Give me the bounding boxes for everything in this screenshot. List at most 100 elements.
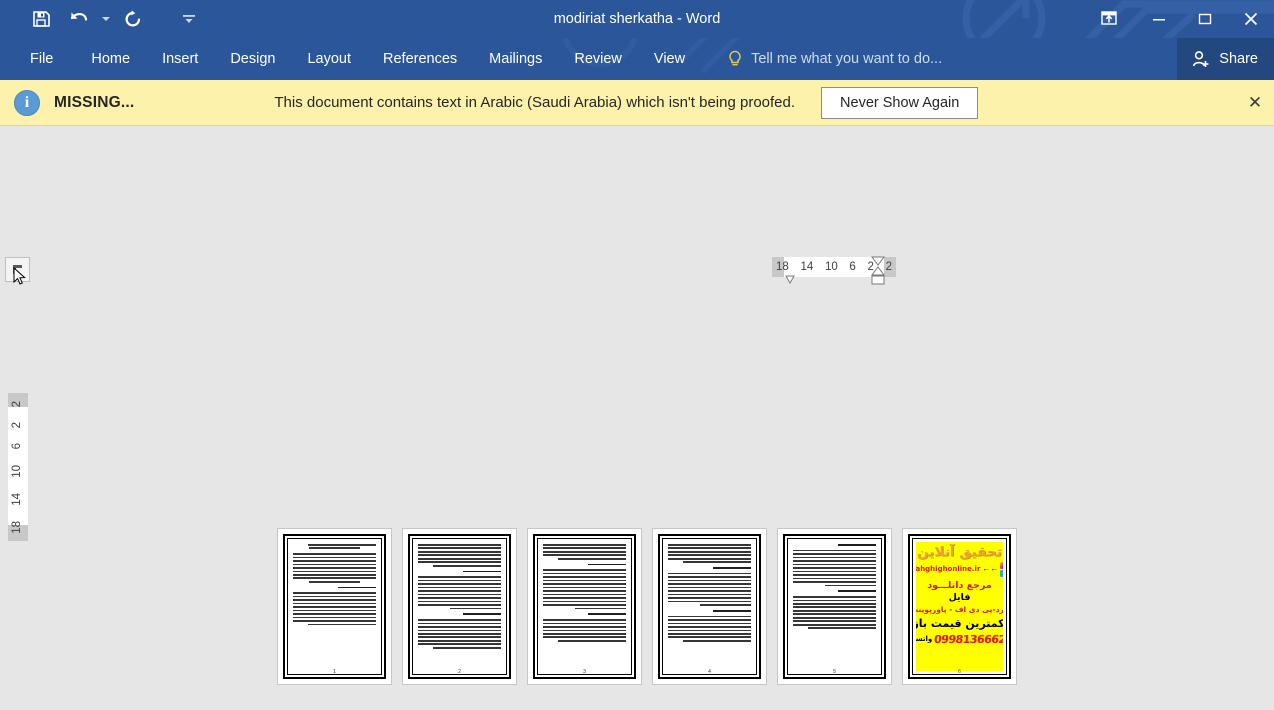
tab-file[interactable]: File: [0, 38, 75, 80]
never-show-again-button[interactable]: Never Show Again: [821, 86, 979, 119]
proofing-message-bar: i MISSING... This document contains text…: [0, 80, 1274, 126]
tab-design[interactable]: Design: [214, 38, 291, 80]
page-thumbnail[interactable]: 4: [652, 528, 767, 685]
tab-insert[interactable]: Insert: [146, 38, 214, 80]
tab-references[interactable]: References: [367, 38, 473, 80]
page-border-outer: تحقیق آنلاین Tahghighonline.ir ←← مرجع د…: [908, 534, 1011, 679]
share-button[interactable]: Share: [1177, 38, 1274, 80]
page-thumbnail[interactable]: 3: [527, 528, 642, 685]
undo-icon: [70, 12, 88, 21]
undo-button[interactable]: [60, 3, 98, 35]
ad-arrows-icon: ←←: [982, 564, 999, 574]
vruler-tick-5: 18: [11, 520, 24, 534]
vruler-tick-2: 6: [11, 443, 24, 450]
page-content: [412, 538, 507, 675]
tell-me-label: Tell me what you want to do...: [751, 51, 943, 67]
ribbon-tabs: File Home Insert Design Layout Reference…: [0, 38, 701, 80]
hruler-tick-1: 14: [800, 261, 814, 273]
ad-line-4: با کمترین قیمت بازار: [916, 616, 1003, 630]
vruler-tick-4: 14: [11, 492, 24, 506]
page-content: [787, 538, 882, 675]
ad-line-3: ورد-پی دی اف - پاورپوینت: [916, 604, 1003, 614]
page-thumbnail-advertisement[interactable]: تحقیق آنلاین Tahghighonline.ir ←← مرجع د…: [902, 528, 1017, 685]
vertical-ruler-ticks: 2 2 6 10 14 18: [8, 393, 28, 541]
page-thumbnail[interactable]: 1: [277, 528, 392, 685]
save-button[interactable]: [22, 3, 60, 35]
customize-quick-access-icon: [183, 15, 195, 23]
page-border-outer: [533, 534, 636, 679]
message-bar-close-button[interactable]: ✕: [1244, 92, 1266, 114]
page-content: [662, 538, 757, 675]
telegram-icon: [1000, 569, 1003, 577]
tab-review[interactable]: Review: [558, 38, 638, 80]
page-number: 6: [958, 669, 961, 675]
tab-layout[interactable]: Layout: [291, 38, 367, 80]
minimize-icon: [1153, 19, 1165, 21]
page-border-outer: [283, 534, 386, 679]
restore-icon: [1198, 13, 1212, 25]
window-controls: [1082, 0, 1274, 38]
ad-phone-number: 09981366624: [933, 632, 1003, 646]
vruler-tick-3: 10: [11, 464, 24, 478]
ad-phone-row: 09981366624 واتساپ: [916, 633, 1003, 646]
document-workspace[interactable]: 18 14 10 6 2 2 2 2 6 10 14 18 1 2 3 4 5 …: [0, 126, 1274, 710]
save-icon: [33, 11, 50, 27]
ad-website: Tahghighonline.ir: [916, 565, 981, 574]
page-thumbnail[interactable]: 2: [402, 528, 517, 685]
page-number: 2: [458, 669, 461, 675]
page-thumbnail[interactable]: 5: [777, 528, 892, 685]
page-content: [537, 538, 632, 675]
tab-mailings[interactable]: Mailings: [473, 38, 558, 80]
ad-website-row: Tahghighonline.ir ←←: [916, 561, 1003, 577]
ad-line-2: فایل: [948, 591, 971, 603]
ad-whatsapp-label: واتساپ: [916, 635, 933, 644]
page-border-outer: [783, 534, 886, 679]
hruler-tick-3: 6: [849, 261, 856, 273]
page-number: 3: [583, 669, 586, 675]
mouse-cursor: [13, 267, 26, 285]
info-icon: i: [14, 89, 40, 116]
page-border-outer: [658, 534, 761, 679]
minimize-button[interactable]: [1136, 0, 1182, 38]
tab-view[interactable]: View: [638, 38, 701, 80]
vertical-ruler[interactable]: 2 2 6 10 14 18: [8, 393, 28, 541]
hruler-tick-5: 2: [885, 261, 892, 273]
restore-button[interactable]: [1182, 0, 1228, 38]
page-border-outer: [408, 534, 511, 679]
hruler-tick-2: 10: [824, 261, 838, 273]
tell-me-box[interactable]: Tell me what you want to do...: [727, 38, 942, 80]
vruler-tick-1: 2: [11, 422, 24, 429]
instagram-icon: [1000, 561, 1003, 569]
ad-social-icons: [1000, 561, 1003, 577]
close-button[interactable]: [1228, 0, 1274, 38]
page-number: 1: [333, 669, 336, 675]
ad-title: تحقیق آنلاین: [917, 545, 1003, 560]
horizontal-ruler[interactable]: 18 14 10 6 2 2: [772, 257, 896, 277]
share-label: Share: [1219, 51, 1258, 67]
hruler-tick-0: 18: [776, 261, 789, 273]
vruler-tick-0: 2: [11, 400, 24, 407]
customize-quick-access-button[interactable]: [178, 3, 200, 35]
page-content: [287, 538, 382, 675]
horizontal-ruler-ticks: 18 14 10 6 2 2: [772, 257, 896, 277]
page-content: تحقیق آنلاین Tahghighonline.ir ←← مرجع د…: [912, 538, 1007, 675]
ribbon-tab-bar: File Home Insert Design Layout Reference…: [0, 38, 1274, 80]
message-bar-label: MISSING...: [54, 93, 135, 111]
page-number: 5: [833, 669, 836, 675]
page-thumbnail-row: 1 2 3 4 5 تحقیق آنلاین Tahghighonline.ir…: [277, 528, 1017, 685]
ribbon-display-options-icon: [1101, 11, 1117, 25]
lightbulb-icon: [729, 50, 741, 66]
ribbon-display-options-button[interactable]: [1082, 0, 1136, 38]
title-bar: modiriat sherkatha - Word: [0, 0, 1274, 38]
quick-access-toolbar: [0, 3, 200, 35]
advertisement: تحقیق آنلاین Tahghighonline.ir ←← مرجع د…: [916, 542, 1003, 671]
close-icon: [1244, 12, 1258, 26]
ad-line-1: مرجع دانلـــود: [927, 579, 992, 591]
message-bar-text: This document contains text in Arabic (S…: [274, 94, 796, 111]
redo-icon: [125, 10, 141, 27]
tab-home[interactable]: Home: [75, 38, 146, 80]
share-person-icon: [1193, 51, 1209, 67]
undo-dropdown-arrow[interactable]: [98, 3, 114, 35]
redo-button[interactable]: [114, 3, 152, 35]
chevron-down-icon: [102, 17, 110, 21]
